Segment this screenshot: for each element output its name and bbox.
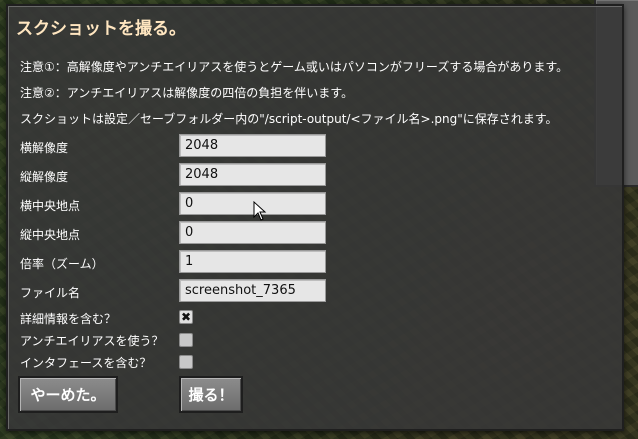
- label-horizontal-resolution: 横解像度: [20, 141, 69, 155]
- mouse-cursor-icon: [253, 201, 267, 221]
- label-file-name: ファイル名: [20, 286, 81, 300]
- label-vertical-resolution: 縦解像度: [20, 170, 69, 184]
- cancel-button[interactable]: やーめた。: [18, 376, 118, 413]
- note-warning-1: 注意①：高解像度やアンチエイリアスを使うとゲーム或いはパソコンがフリーズする場合…: [20, 60, 569, 74]
- dialog-title: スクショットを撮る。: [16, 19, 186, 39]
- include-interface-checkbox[interactable]: [179, 355, 193, 369]
- checked-x-icon: ✖: [180, 310, 192, 324]
- label-zoom: 倍率（ズーム）: [20, 257, 104, 271]
- vertical-center-input[interactable]: 0: [179, 221, 326, 244]
- note-warning-2: 注意②：アンチエイリアスは解像度の四倍の負担を伴います。: [20, 86, 354, 100]
- label-include-interface: インタフェースを含む？: [20, 356, 152, 370]
- take-screenshot-button[interactable]: 撮る！: [179, 376, 243, 413]
- label-vertical-center: 縦中央地点: [20, 228, 81, 242]
- note-save-location: スクショットは設定／セーブフォルダー内の"/script-output/<ファイ…: [20, 112, 558, 126]
- use-antialias-checkbox[interactable]: [179, 333, 193, 347]
- include-details-checkbox[interactable]: ✖: [179, 310, 193, 324]
- label-horizontal-center: 横中央地点: [20, 199, 81, 213]
- zoom-input[interactable]: 1: [179, 250, 326, 273]
- label-include-details: 詳細情報を含む？: [20, 312, 117, 326]
- vertical-resolution-input[interactable]: 2048: [179, 163, 326, 186]
- screenshot-dialog: スクショットを撮る。 注意①：高解像度やアンチエイリアスを使うとゲーム或いはパソ…: [6, 4, 624, 431]
- file-name-input[interactable]: screenshot_7365: [179, 279, 326, 302]
- label-use-antialias: アンチエイリアスを使う？: [20, 334, 164, 348]
- horizontal-resolution-input[interactable]: 2048: [179, 134, 326, 157]
